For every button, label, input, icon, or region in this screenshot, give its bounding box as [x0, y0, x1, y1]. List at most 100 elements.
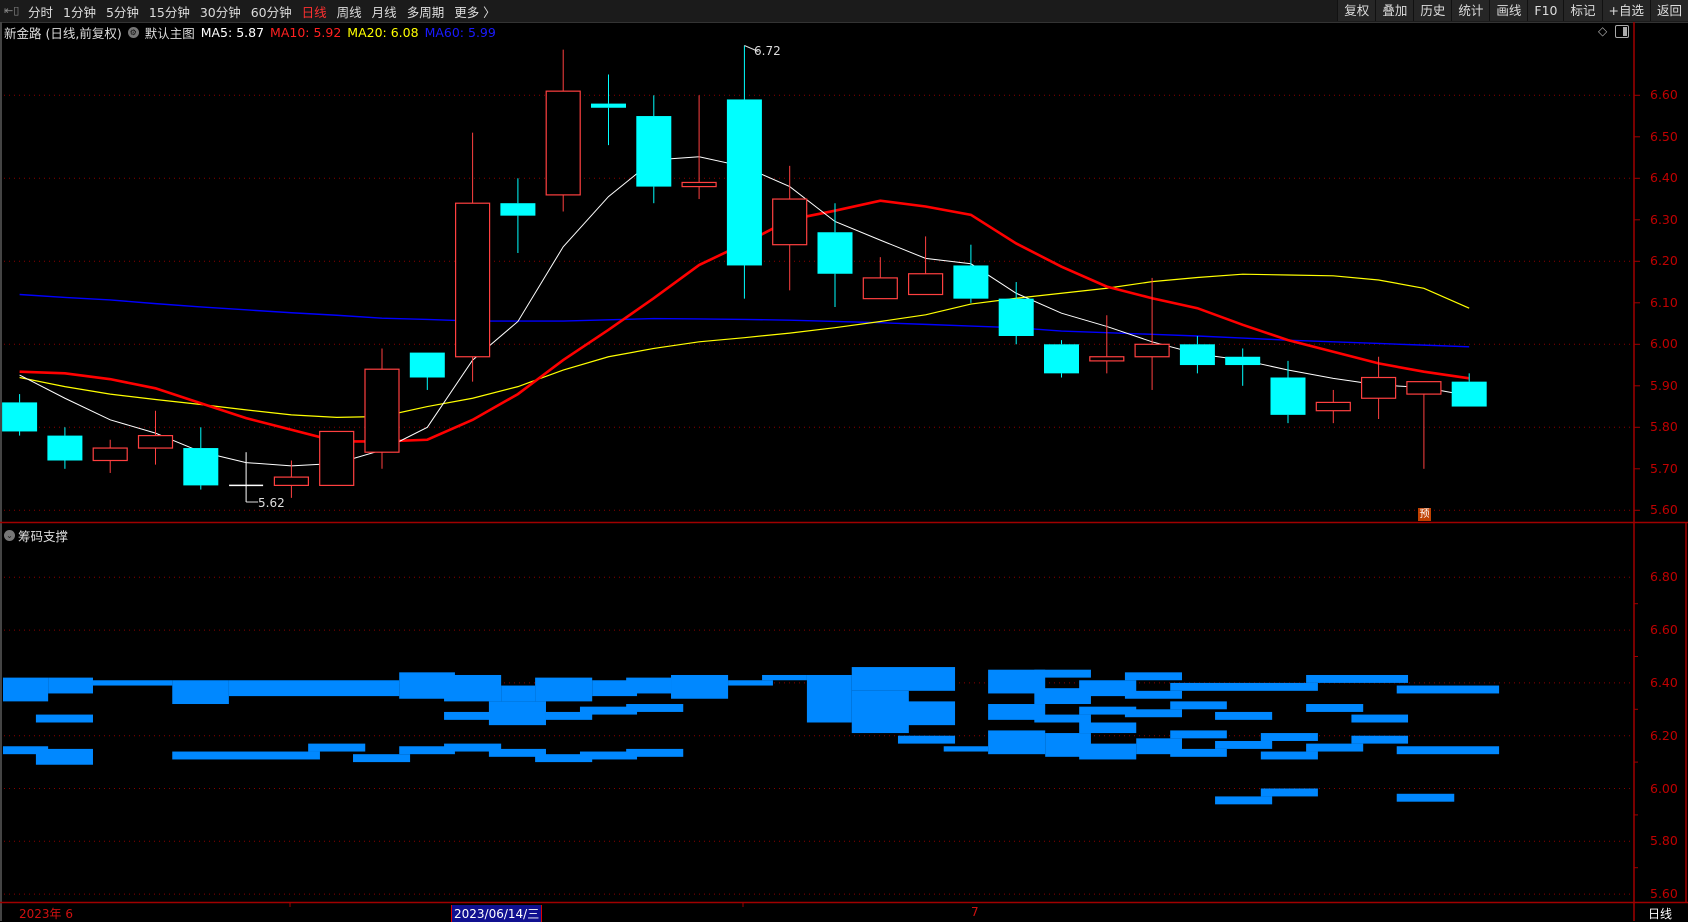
kline-chart[interactable]: [0, 0, 1688, 921]
chip-bar: [943, 746, 989, 752]
chip-bar: [1170, 682, 1318, 691]
chip-bar: [1170, 748, 1227, 757]
chip-bar: [1079, 722, 1137, 734]
chip-price-tick-label: 6.80: [1650, 569, 1678, 585]
chip-bar: [806, 674, 852, 723]
candle-body: [726, 99, 762, 266]
chip-bar: [1306, 704, 1364, 712]
chip-price-tick-label: 6.00: [1650, 780, 1678, 796]
chip-bar: [172, 751, 320, 760]
chip-bar: [1034, 669, 1091, 678]
chip-bar: [1124, 709, 1182, 718]
chip-bar: [1306, 743, 1364, 752]
candle-body: [409, 352, 445, 378]
candle-body: [636, 116, 672, 187]
chip-bar: [48, 677, 93, 694]
chip-bar: [172, 680, 229, 705]
chip-price-tick-label: 6.20: [1650, 727, 1678, 743]
candle-body: [953, 265, 989, 299]
chip-bar: [1215, 740, 1273, 749]
chip-price-tick-label: 6.40: [1650, 674, 1678, 690]
chip-bar: [444, 674, 502, 702]
chip-bar: [863, 701, 956, 726]
chip-bar: [728, 680, 773, 686]
chip-bar: [3, 677, 49, 702]
forecast-marker: 预: [1418, 508, 1431, 521]
lower-panel-title: 筹码支撑: [18, 529, 69, 544]
price-tick-label: 5.90: [1650, 377, 1678, 393]
candle-body: [1451, 381, 1487, 407]
candle-body: [591, 103, 626, 108]
candle-body: [545, 90, 581, 196]
price-tick-label: 6.50: [1650, 128, 1678, 144]
chip-bar: [671, 674, 729, 699]
candle-body: [817, 232, 853, 274]
candle-body: [137, 435, 174, 449]
chevron-down-icon[interactable]: ⌄: [4, 530, 15, 541]
chip-bar: [353, 754, 411, 763]
candle-body: [1270, 377, 1306, 415]
candle-body: [1315, 401, 1351, 412]
lower-panel-header: ⌄ 筹码支撑: [4, 526, 68, 545]
candle-body: [500, 203, 536, 216]
price-tick-label: 6.10: [1650, 294, 1678, 310]
chip-bar: [626, 748, 684, 757]
candle-body: [183, 448, 219, 486]
chip-bar: [92, 680, 173, 686]
period-label: 日线: [1648, 907, 1673, 921]
chip-price-tick-label: 6.60: [1650, 622, 1678, 638]
candle-body: [1225, 356, 1261, 366]
chip-bar: [535, 677, 593, 702]
chip-bar: [1215, 711, 1273, 720]
price-tick-label: 5.60: [1650, 502, 1678, 518]
price-tick-label: 6.60: [1650, 87, 1678, 103]
chip-bar: [1260, 733, 1318, 741]
chip-bar: [228, 680, 400, 697]
chip-bar: [1260, 788, 1318, 797]
chip-bar: [897, 735, 956, 744]
chip-bar: [1396, 793, 1455, 802]
candle-body: [1089, 356, 1125, 362]
candle-body: [1179, 344, 1215, 366]
cursor-date: 2023/06/14/三: [451, 905, 543, 922]
price-tick-label: 6.20: [1650, 253, 1678, 269]
time-axis: 2023年 6 2023/06/14/三 7 日线: [0, 903, 1688, 922]
chip-bar: [308, 743, 366, 752]
candle-body: [47, 435, 83, 461]
ma60-line: [19, 293, 1470, 348]
high-price-annotation: 6.72: [754, 44, 781, 58]
x-label-july: 7: [971, 905, 979, 919]
candle-body: [998, 298, 1034, 336]
chip-bar: [1396, 746, 1500, 755]
chip-bar: [1034, 714, 1091, 723]
chip-bar: [626, 677, 672, 694]
candle-body: [92, 447, 128, 462]
chip-bar: [1215, 796, 1273, 805]
candle-body: [1360, 376, 1397, 399]
chip-bar: [35, 748, 93, 765]
chip-bar: [1396, 685, 1500, 694]
chip-bar: [1124, 690, 1182, 699]
candle-body: [1406, 381, 1442, 395]
candle-body: [273, 476, 309, 487]
x-label-start: 2023年 6: [19, 907, 73, 921]
chip-bar: [1306, 674, 1409, 683]
candle-body: [862, 277, 898, 300]
chip-bar: [988, 730, 1046, 755]
chip-bar: [851, 667, 956, 691]
price-tick-label: 6.30: [1650, 211, 1678, 227]
chip-bar: [488, 701, 546, 726]
chip-bar: [1124, 672, 1182, 681]
candle-body: [455, 202, 491, 358]
price-tick-label: 5.80: [1650, 419, 1678, 435]
candle-body: [364, 368, 400, 453]
candle-body: [772, 198, 808, 246]
chip-bar: [1260, 751, 1318, 760]
chip-bar: [1351, 714, 1409, 723]
price-tick-label: 6.00: [1650, 336, 1678, 352]
chip-price-tick-label: 5.60: [1650, 886, 1678, 902]
chip-bar: [1351, 735, 1409, 744]
candle-body: [907, 273, 944, 296]
chip-bar: [762, 674, 807, 681]
candle-body: [2, 402, 38, 432]
